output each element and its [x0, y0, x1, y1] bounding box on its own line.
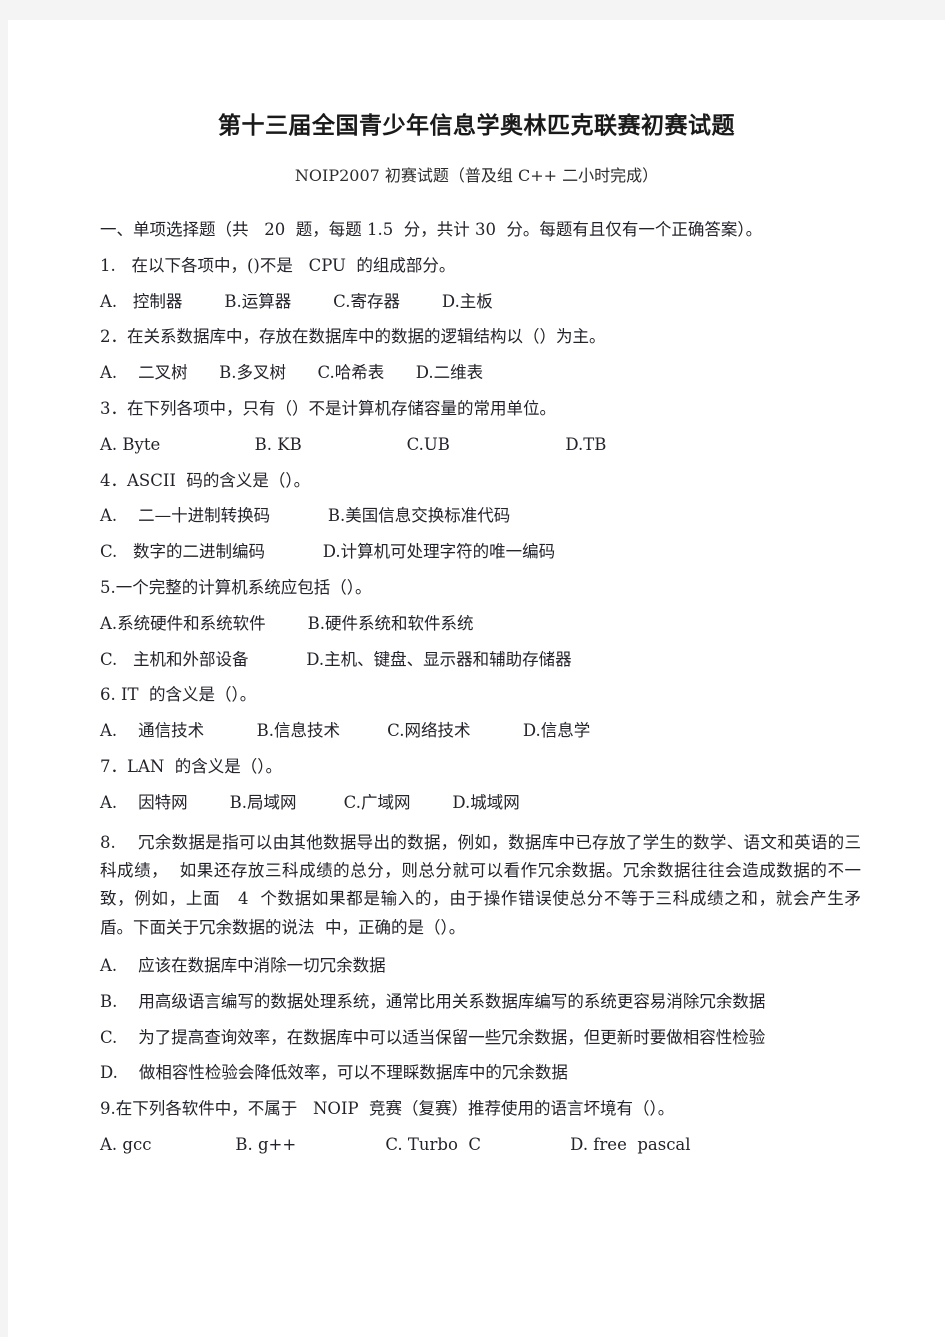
- question-1-stem: 1. 在以下各项中，()不是 CPU 的组成部分。: [100, 255, 456, 275]
- question-8-stem: 8. 冗余数据是指可以由其他数据导出的数据，例如，数据库中已存放了学生的数学、语…: [100, 832, 861, 937]
- question-4-stem: 4．ASCII 码的含义是（）。: [100, 470, 311, 490]
- question-4-options-ab: A. 二—十进制转换码 B.美国信息交换标准代码: [100, 506, 511, 526]
- question-2-stem: 2．在关系数据库中，存放在数据库中的数据的逻辑结构以（）为主。: [100, 327, 606, 347]
- question-8-option-b: B. 用高级语言编写的数据处理系统，通常比用关系数据库编写的系统更容易消除冗余数…: [100, 991, 766, 1011]
- question-8-option-d: D. 做相容性检验会降低效率，可以不理睬数据库中的冗余数据: [100, 1063, 568, 1083]
- question-body: 一、单项选择题（共 20 题，每题 1.5 分，共计 30 分。每题有且仅有一个…: [8, 220, 945, 1155]
- page-margin-left-band: [0, 20, 8, 1337]
- question-2-options: A. 二叉树 B.多叉树 C.哈希表 D.二维表: [100, 363, 484, 383]
- question-1-options: A. 控制器 B.运算器 C.寄存器 D.主板: [100, 291, 493, 311]
- question-8-option-c: C. 为了提高查询效率，在数据库中可以适当保留一些冗余数据，但更新时要做相容性检…: [100, 1027, 766, 1047]
- question-5-options-cd: C. 主机和外部设备 D.主机、键盘、显示器和辅助存储器: [100, 649, 572, 669]
- question-3-stem: 3．在下列各项中，只有（）不是计算机存储容量的常用单位。: [100, 398, 556, 418]
- question-6-stem: 6. IT 的含义是（）。: [100, 685, 257, 705]
- document-subtitle: NOIP2007 初赛试题（普及组 C++ 二小时完成）: [294, 166, 659, 185]
- document-content: 第十三届全国青少年信息学奥林匹克联赛初赛试题 NOIP2007 初赛试题（普及组…: [8, 20, 945, 1171]
- question-7-options: A. 因特网 B.局域网 C.广域网 D.城域网: [100, 792, 520, 812]
- question-3-options: A. Byte B. KB C.UB D.TB: [100, 434, 607, 454]
- page-title: 第十三届全国青少年信息学奥林匹克联赛初赛试题: [218, 112, 735, 139]
- question-4-options-cd: C. 数字的二进制编码 D.计算机可处理字符的唯一编码: [100, 542, 556, 562]
- section-heading: 一、单项选择题（共 20 题，每题 1.5 分，共计 30 分。每题有且仅有一个…: [100, 220, 763, 239]
- question-5-stem: 5.一个完整的计算机系统应包括（）。: [100, 577, 372, 597]
- question-9-stem: 9.在下列各软件中，不属于 NOIP 竞赛（复赛）推荐使用的语言坏境有（）。: [100, 1099, 675, 1119]
- page-margin-top-band: [0, 0, 945, 20]
- question-7-stem: 7．LAN 的含义是（）。: [100, 756, 283, 776]
- question-6-options: A. 通信技术 B.信息技术 C.网络技术 D.信息学: [100, 721, 591, 741]
- question-9-options: A. gcc B. g++ C. Turbo C D. free pascal: [100, 1135, 691, 1155]
- document-page: 第十三届全国青少年信息学奥林匹克联赛初赛试题 NOIP2007 初赛试题（普及组…: [8, 20, 945, 1337]
- question-5-options-ab: A.系统硬件和系统软件 B.硬件系统和软件系统: [100, 613, 474, 633]
- question-8-option-a: A. 应该在数据库中消除一切冗余数据: [100, 956, 386, 976]
